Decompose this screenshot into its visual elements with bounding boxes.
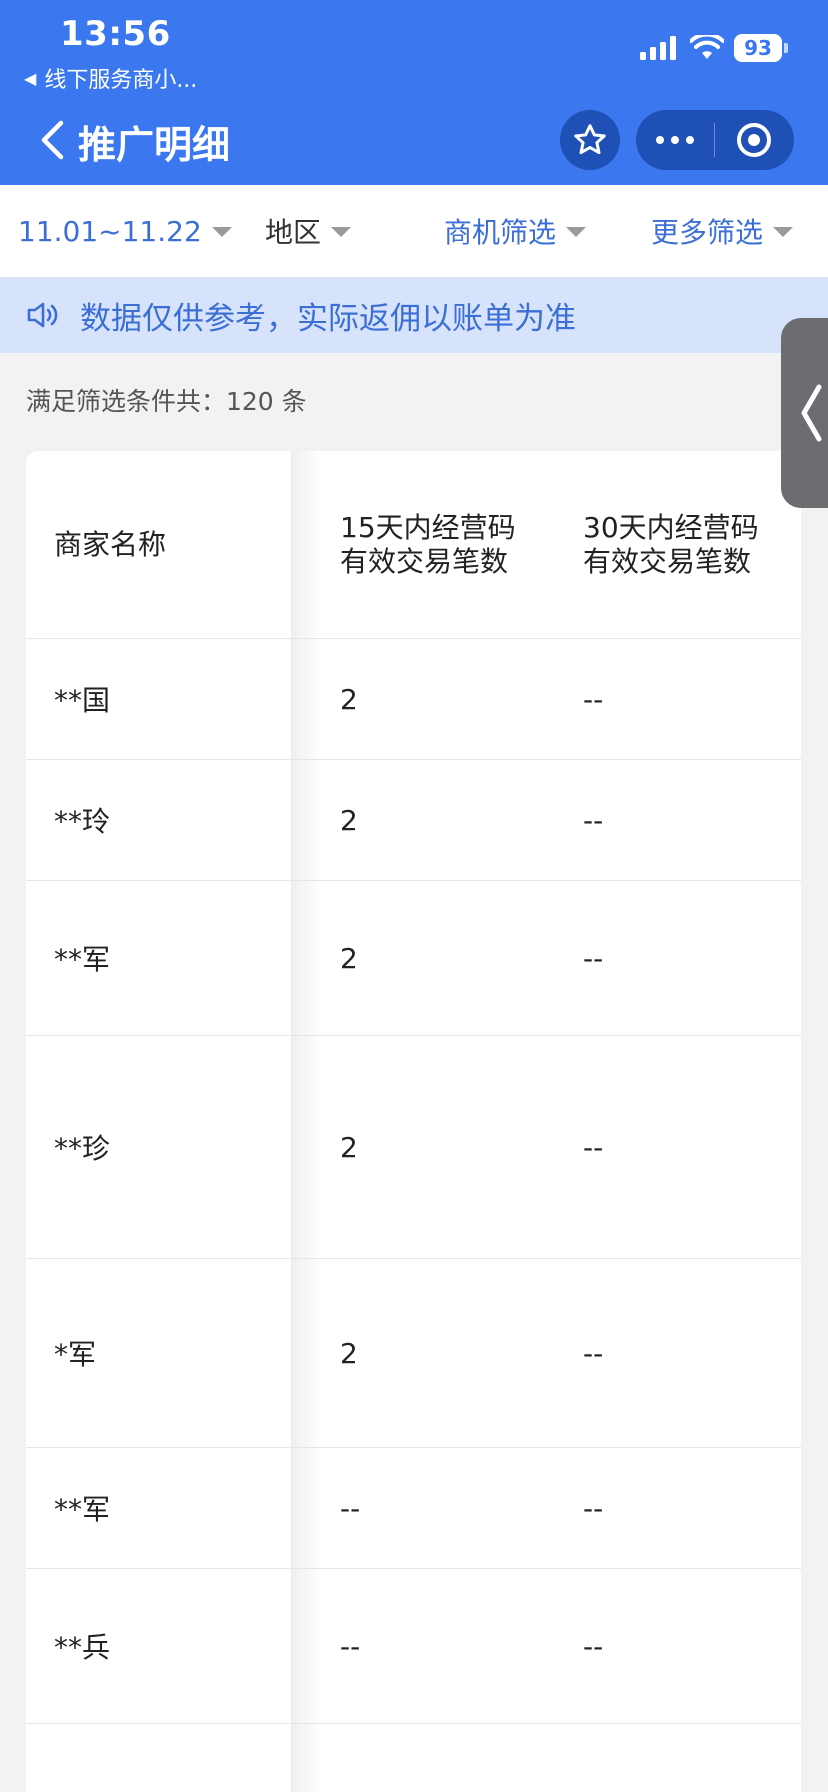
battery-icon: 93 — [734, 34, 788, 62]
header-15day-line2: 有效交易笔数 — [340, 544, 509, 578]
status-indicators: 93 — [640, 34, 788, 62]
count-15day-cell: 2 — [340, 803, 358, 837]
back-button[interactable] — [32, 116, 72, 164]
table-header-row: 商家名称 15天内经营码 有效交易笔数 30天内经营码 有效交易笔数 — [26, 451, 801, 639]
speaker-icon — [26, 301, 58, 329]
more-filter-label: 更多筛选 — [651, 216, 764, 249]
side-panel-handle[interactable] — [781, 318, 828, 508]
table-row[interactable]: **兵 -- -- — [26, 1569, 801, 1724]
notice-bar: 数据仅供参考，实际返佣以账单为准 — [0, 277, 828, 353]
date-range-filter[interactable]: 11.01~11.22 — [18, 185, 232, 277]
count-30day-cell: -- — [583, 1629, 604, 1663]
count-15day-cell: 2 — [340, 1130, 358, 1164]
merchant-name-cell: **玲 — [54, 805, 111, 838]
merchant-name-cell — [26, 1724, 292, 1792]
header-15day-count: 15天内经营码 有效交易笔数 — [340, 451, 580, 638]
merchant-name-cell: **军 — [54, 943, 111, 976]
miniapp-capsule — [636, 110, 794, 170]
table-row[interactable]: **军 2 -- — [26, 881, 801, 1036]
merchant-name-cell: **珍 — [54, 1132, 111, 1165]
chevron-down-icon — [331, 227, 352, 237]
top-bar: 13:56 ◀ 线下服务商小... 93 推广明细 — [0, 0, 828, 185]
star-icon — [574, 124, 606, 155]
opportunity-filter[interactable]: 商机筛选 — [444, 185, 587, 277]
merchant-name-cell: *军 — [54, 1338, 97, 1371]
header-30day-count: 30天内经营码 有效交易笔数 — [583, 451, 801, 638]
merchant-name-cell: **军 — [54, 1493, 111, 1526]
count-15day-cell — [340, 1724, 580, 1792]
table-row[interactable] — [26, 1724, 801, 1792]
chevron-left-icon — [801, 384, 822, 442]
close-miniapp-button[interactable] — [715, 110, 793, 170]
count-30day-cell: -- — [583, 682, 604, 716]
merchant-name-cell: **国 — [54, 684, 111, 717]
count-15day-cell: 2 — [340, 682, 358, 716]
date-range-label: 11.01~11.22 — [18, 214, 202, 248]
target-icon — [737, 123, 771, 157]
table-row[interactable]: **军 -- -- — [26, 1448, 801, 1569]
count-30day-cell: -- — [583, 1336, 604, 1370]
chevron-down-icon — [773, 227, 794, 237]
more-dots-icon — [656, 136, 694, 144]
region-filter[interactable]: 地区 — [265, 185, 352, 277]
signal-icon — [640, 36, 676, 60]
page-title: 推广明细 — [78, 123, 231, 167]
region-label: 地区 — [265, 216, 322, 249]
count-15day-cell: -- — [340, 1629, 361, 1663]
header-merchant-name: 商家名称 — [54, 527, 167, 561]
merchant-name-cell: **兵 — [54, 1631, 111, 1664]
header-30day-line2: 有效交易笔数 — [583, 544, 752, 578]
count-30day-cell: -- — [583, 1130, 604, 1164]
back-chevron-icon — [41, 120, 64, 160]
status-time: 13:56 — [60, 14, 171, 54]
header-15day-line1: 15天内经营码 — [340, 510, 516, 544]
table-row[interactable]: *军 2 -- — [26, 1259, 801, 1448]
merchant-table[interactable]: 商家名称 15天内经营码 有效交易笔数 30天内经营码 有效交易笔数 **国 2… — [26, 451, 801, 1792]
count-15day-cell: -- — [340, 1491, 361, 1525]
back-app-label: 线下服务商小... — [44, 68, 198, 93]
battery-level: 93 — [734, 34, 782, 62]
table-row[interactable]: **珍 2 -- — [26, 1036, 801, 1259]
chevron-down-icon — [566, 227, 587, 237]
back-to-app-link[interactable]: ◀ 线下服务商小... — [24, 62, 197, 94]
more-button[interactable] — [636, 110, 714, 170]
count-15day-cell: 2 — [340, 1336, 358, 1370]
count-30day-cell: -- — [583, 803, 604, 837]
filter-bar: 11.01~11.22 地区 商机筛选 更多筛选 — [0, 185, 828, 277]
opportunity-label: 商机筛选 — [444, 216, 557, 249]
favorite-button[interactable] — [560, 110, 620, 170]
count-30day-cell — [583, 1724, 801, 1792]
table-row[interactable]: **国 2 -- — [26, 639, 801, 760]
nav-bar: 推广明细 — [0, 108, 828, 172]
count-15day-cell: 2 — [340, 941, 358, 975]
count-30day-cell: -- — [583, 941, 604, 975]
back-triangle-icon: ◀ — [24, 68, 37, 88]
notice-text: 数据仅供参考，实际返佣以账单为准 — [80, 300, 576, 337]
count-30day-cell: -- — [583, 1491, 604, 1525]
result-count: 满足筛选条件共：120 条 — [26, 387, 307, 416]
header-30day-line1: 30天内经营码 — [583, 510, 759, 544]
more-filter[interactable]: 更多筛选 — [651, 185, 794, 277]
table-row[interactable]: **玲 2 -- — [26, 760, 801, 881]
chevron-down-icon — [211, 227, 232, 237]
wifi-icon — [690, 35, 724, 59]
